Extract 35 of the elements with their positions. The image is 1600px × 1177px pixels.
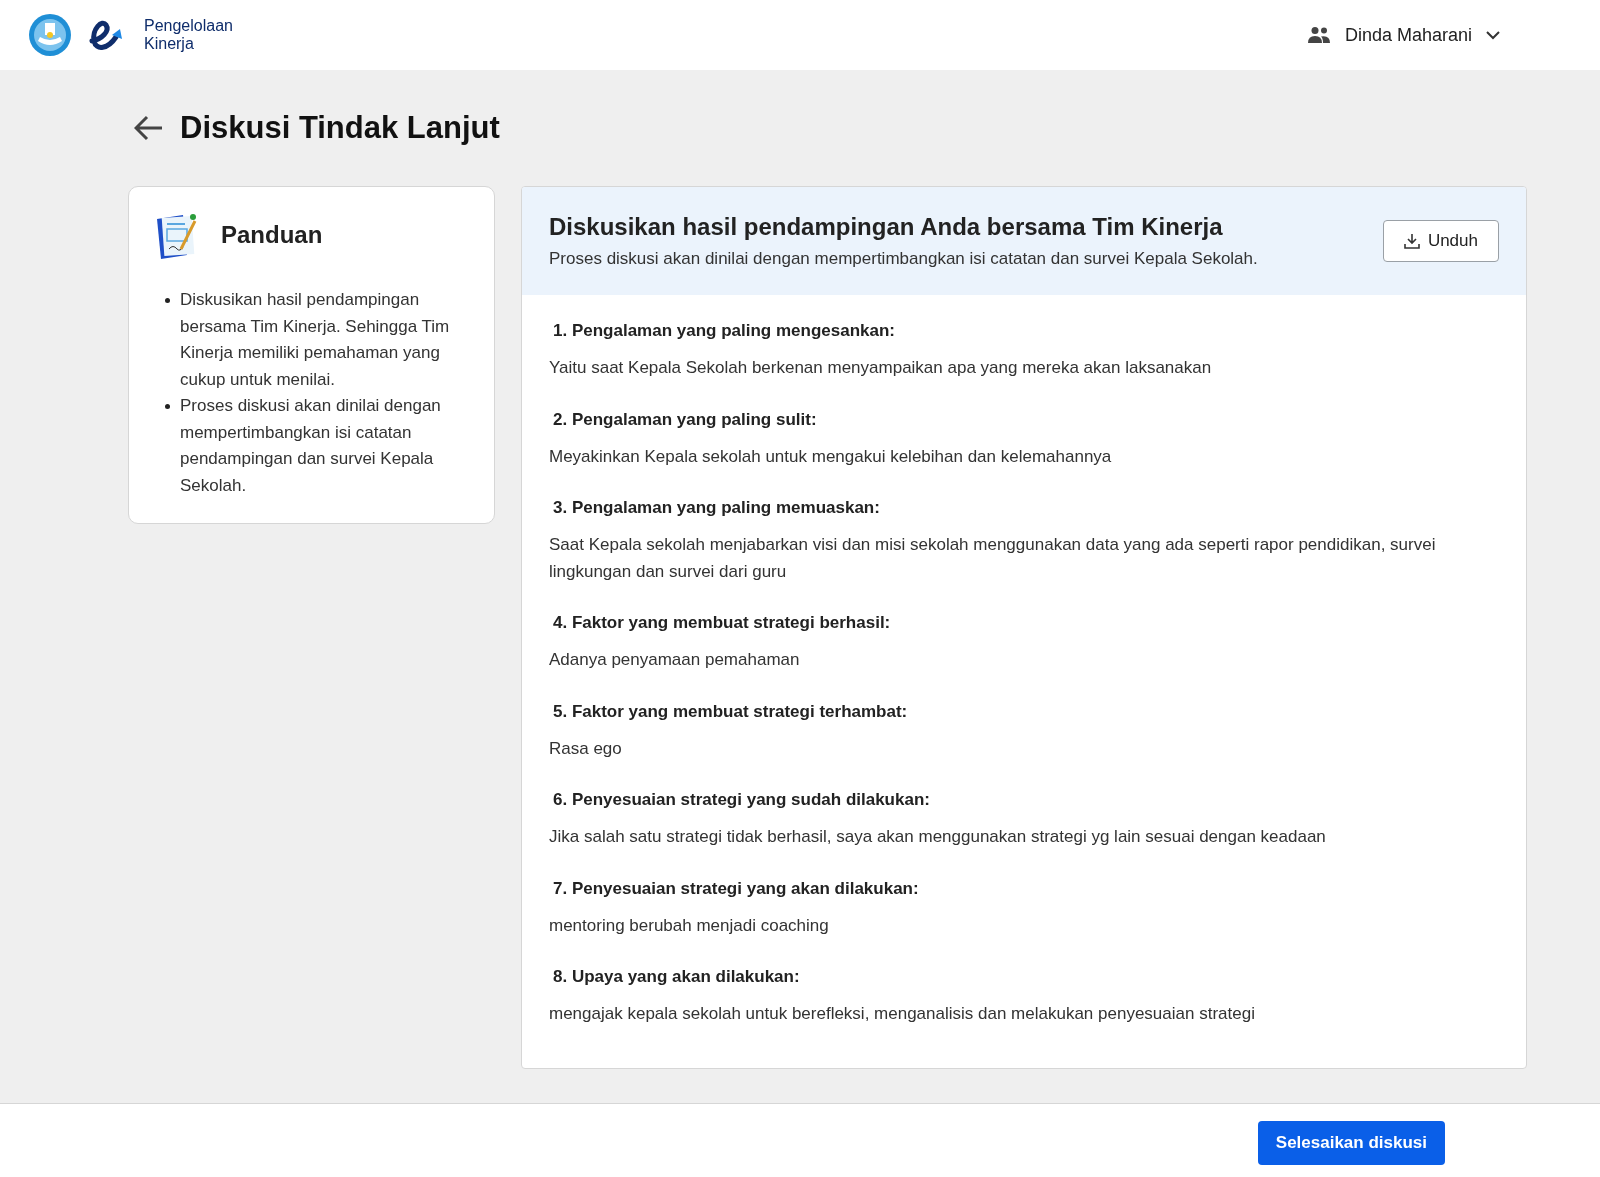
answer-text: Jika salah satu strategi tidak berhasil, saya akan menggunakan strategi yg lain sesuai dengan keadaan (549, 826, 1327, 848)
question-label: 8. Upaya yang akan dilakukan: (553, 967, 801, 987)
answer-text: mentoring berubah menjadi coaching (549, 914, 830, 937)
question-label: 5. Faktor yang membuat strategi terhambat: (553, 701, 909, 722)
answer-text: Yaitu saat Kepala Sekolah berkenan menyampaikan apa yang mereka akan laksanakan (549, 357, 1213, 379)
answer-text: Saat Kepala sekolah menjabarkan visi dan misi sekolah menggunakan data yang ada seperti rapor pendidikan, survei lingkungan dan survei dari guru (549, 534, 1437, 583)
question-label: 4. Faktor yang membuat strategi berhasil: (553, 613, 892, 633)
back-arrow-icon (134, 115, 164, 141)
guide-text: Proses diskusi akan dinilai dengan mempertimbangkan isi catatan pendampingan dan survei Kepala Sekolah. (180, 395, 442, 497)
guide-text: Diskusikan hasil pendampingan bersama Tim Kinerja. Sehingga Tim Kinerja memiliki pemahaman yang cukup untuk menilai. (180, 289, 451, 391)
download-button[interactable]: Unduh (1382, 220, 1499, 262)
app-name: Kinerja (144, 35, 195, 53)
question-label: 1. Pengalaman yang paling mengesankan: (553, 321, 896, 341)
bullet-icon (165, 404, 170, 409)
answer-text: mengajak kepala sekolah untuk berefleksi, menganalisis dan melakukan penyesuaian strategi (549, 1003, 1256, 1025)
emblem-logo-icon (28, 13, 72, 57)
people-icon (1306, 26, 1331, 44)
discussion-subtitle: Proses diskusi akan dinilai dengan mempertimbangkan isi catatan dan survei Kepala Sekolah. (549, 249, 1258, 269)
download-icon (1403, 233, 1420, 249)
question-label: 6. Penyesuaian strategi yang sudah dilakukan: (553, 790, 931, 810)
app-name: Pengelolaan (144, 17, 233, 35)
page-title: Diskusi Tindak Lanjut (180, 110, 500, 146)
bullet-icon (165, 298, 170, 303)
chevron-down-icon (1486, 30, 1500, 40)
question-label: 3. Pengalaman yang paling memuaskan: (553, 498, 881, 518)
back-button[interactable] (134, 115, 164, 141)
finish-discussion-button[interactable]: Selesaikan diskusi (1257, 1120, 1445, 1165)
guide-title: Panduan (221, 221, 323, 249)
answer-text: Adanya penyamaan pemahaman (549, 649, 801, 671)
discussion-title: Diskusikan hasil pendampingan Anda bersama Tim Kinerja (549, 213, 1224, 241)
user-menu[interactable]: Dinda Maharani (1306, 24, 1500, 46)
question-label: 7. Penyesuaian strategi yang akan dilakukan: (553, 878, 920, 899)
answer-text: Meyakinkan Kepala sekolah untuk mengakui kelebihan dan kelemahannya (549, 445, 1113, 468)
question-label: 2. Pengalaman yang paling sulit: (553, 409, 818, 430)
answer-text: Rasa ego (549, 737, 623, 760)
